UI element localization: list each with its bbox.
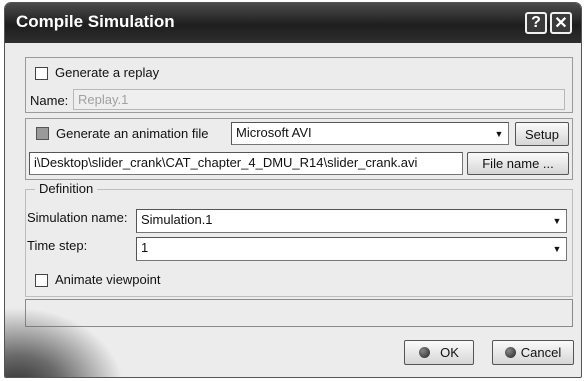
generate-animation-checkbox[interactable]: [36, 127, 49, 140]
replay-group: Generate a replay Name: Replay.1: [25, 57, 573, 113]
time-step-select[interactable]: 1 ▼: [136, 237, 567, 261]
definition-legend: Definition: [35, 181, 98, 196]
cancel-icon: [504, 347, 516, 358]
simulation-name-label: Simulation name:: [27, 210, 128, 225]
animation-file-path-value: i\Desktop\slider_crank\CAT_chapter_4_DMU…: [34, 155, 418, 170]
time-step-value: 1: [141, 240, 149, 255]
animation-format-select[interactable]: Microsoft AVI ▼: [231, 122, 509, 145]
chevron-down-icon: ▼: [549, 211, 565, 231]
setup-button[interactable]: Setup: [515, 122, 569, 146]
time-step-label: Time step:: [27, 238, 88, 253]
title-bar: Compile Simulation ? ✕: [5, 3, 581, 43]
logo-swoosh: [5, 307, 125, 377]
help-icon: ?: [531, 14, 541, 31]
generate-replay-label: Generate a replay: [55, 65, 160, 80]
cancel-button[interactable]: Cancel: [492, 340, 574, 365]
close-button[interactable]: ✕: [550, 12, 572, 34]
animation-file-path-field[interactable]: i\Desktop\slider_crank\CAT_chapter_4_DMU…: [29, 152, 463, 175]
definition-group: Definition Simulation name: Simulation.1…: [25, 181, 573, 297]
file-name-label: File name ...: [482, 156, 554, 171]
replay-name-field: Replay.1: [73, 89, 565, 110]
dialog-title: Compile Simulation: [16, 12, 175, 31]
setup-label: Setup: [525, 126, 559, 142]
replay-name-value: Replay.1: [78, 92, 129, 107]
generate-animation-label: Generate an animation file: [56, 126, 209, 141]
close-icon: ✕: [554, 15, 568, 32]
animation-format-value: Microsoft AVI: [236, 125, 312, 140]
ok-button[interactable]: OK: [404, 340, 474, 365]
replay-name-label: Name:: [30, 93, 69, 108]
compile-simulation-dialog: Compile Simulation ? ✕ Generate a replay…: [4, 2, 582, 378]
animate-viewpoint-label: Animate viewpoint: [55, 272, 161, 287]
simulation-name-select[interactable]: Simulation.1 ▼: [136, 209, 567, 233]
animation-group: Generate an animation file Microsoft AVI…: [25, 118, 573, 180]
chevron-down-icon: ▼: [549, 239, 565, 259]
cancel-label: Cancel: [520, 345, 562, 360]
simulation-name-value: Simulation.1: [141, 212, 213, 227]
help-button[interactable]: ?: [525, 12, 547, 34]
chevron-down-icon: ▼: [491, 124, 507, 143]
generate-replay-checkbox[interactable]: [35, 67, 48, 80]
ok-label: OK: [440, 345, 459, 360]
file-name-button[interactable]: File name ...: [467, 152, 569, 175]
animate-viewpoint-checkbox[interactable]: [35, 274, 48, 287]
ok-icon: [419, 347, 431, 358]
